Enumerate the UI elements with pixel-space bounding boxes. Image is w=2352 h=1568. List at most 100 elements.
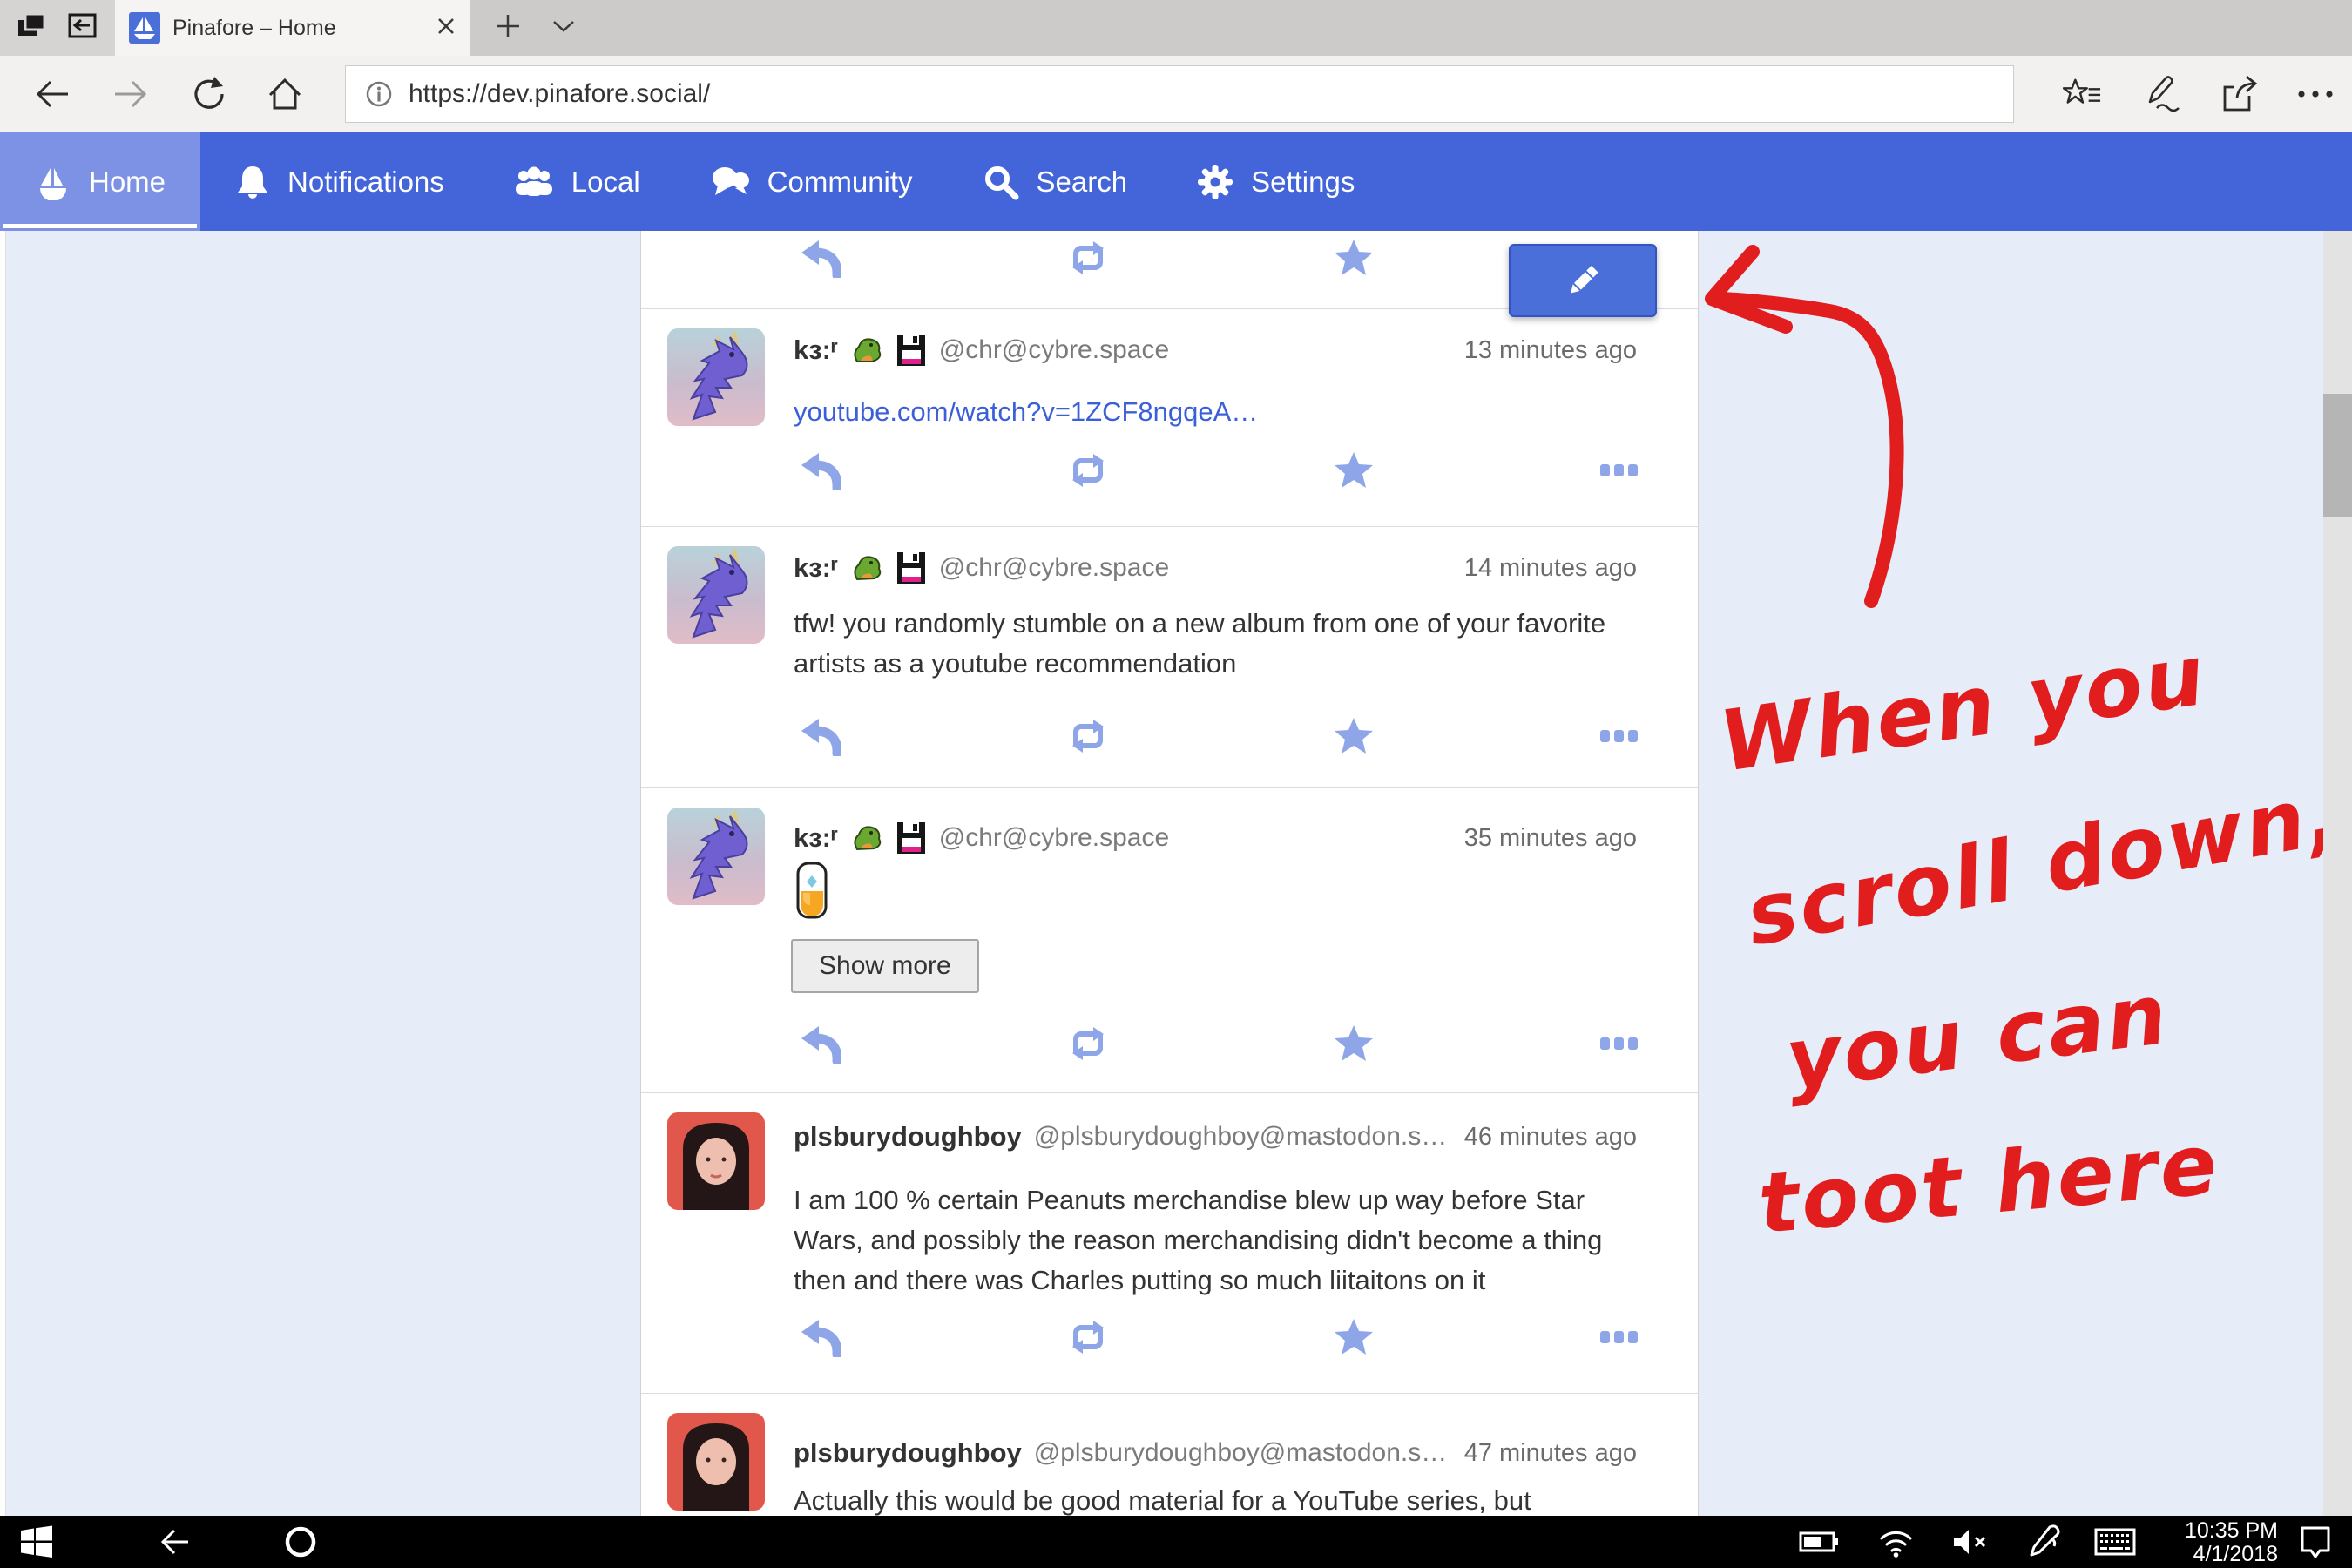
settings-and-more-button[interactable] [2296,75,2335,113]
timestamp[interactable]: 35 minutes ago [1464,824,1637,853]
address-bar[interactable]: https://dev.pinafore.social/ [345,65,2014,123]
display-name[interactable]: plsburydoughboy [794,1121,1022,1152]
post-header: kз:ʳ @chr@cybre.space 14 minutes ago [794,551,1637,585]
taskbar-back-button[interactable] [148,1516,200,1568]
timestamp[interactable]: 14 minutes ago [1464,554,1637,583]
browser-tab[interactable]: Pinafore – Home [115,0,470,56]
volume-status[interactable] [1944,1516,1997,1568]
avatar[interactable] [667,328,765,426]
cortana-button[interactable] [274,1516,327,1568]
battery-icon [1799,1528,1839,1556]
show-more-button[interactable]: Show more [791,939,979,993]
avatar[interactable] [667,808,765,905]
floppy-disk-emoji [896,334,927,367]
nav-item-home[interactable]: Home [0,132,200,231]
post: kз:ʳ @chr@cybre.space 13 minutes ago [641,309,1698,527]
nav-label: Search [1037,166,1128,199]
annotation-arrow [1712,252,1897,601]
url-text[interactable]: https://dev.pinafore.social/ [409,79,710,109]
boost-button[interactable] [1060,449,1116,492]
boost-button[interactable] [1060,1315,1116,1359]
app-nav-bar: Home Notifications Local [0,132,2352,231]
plus-icon [495,13,521,39]
dragon-emoji [850,821,883,855]
nav-item-community[interactable]: Community [675,132,948,231]
more-options-button[interactable] [1592,449,1647,492]
info-icon[interactable] [365,80,393,108]
timestamp[interactable]: 13 minutes ago [1464,336,1637,365]
nav-item-settings[interactable]: Settings [1162,132,1389,231]
share-button[interactable] [2220,75,2258,113]
user-handle[interactable]: @chr@cybre.space [939,335,1169,365]
web-note-button[interactable] [2141,75,2180,113]
forward-button[interactable] [112,75,150,113]
timestamp[interactable]: 47 minutes ago [1464,1439,1637,1468]
annotation-line: When you [1714,626,2213,791]
reply-button[interactable] [792,449,848,492]
display-name[interactable]: kз:ʳ [794,335,838,366]
star-icon [1334,239,1374,277]
post-content: youtube.com/watch?v=1ZCF8ngqeA… [794,392,1652,432]
nav-item-search[interactable]: Search [948,132,1163,231]
more-options-button[interactable] [1592,1022,1647,1065]
compose-button[interactable] [1509,244,1657,317]
user-handle[interactable]: @chr@cybre.space [939,823,1169,853]
nav-label: Local [571,166,640,199]
reply-button[interactable] [792,1022,848,1065]
reply-button[interactable] [792,236,848,280]
new-tab-button[interactable] [495,13,521,44]
reply-icon [798,1024,841,1064]
boost-button[interactable] [1060,714,1116,758]
favorite-button[interactable] [1326,714,1382,758]
reply-button[interactable] [792,1315,848,1359]
back-button[interactable] [33,75,71,113]
floppy-disk-emoji [896,821,927,855]
boost-button[interactable] [1060,1022,1116,1065]
favorite-button[interactable] [1326,1315,1382,1359]
favorite-button[interactable] [1326,1022,1382,1065]
tab-close-button[interactable] [436,16,456,41]
user-handle[interactable]: @plsburydoughboy@mastodon.s… [1034,1438,1448,1468]
display-name[interactable]: plsburydoughboy [794,1437,1022,1469]
reply-button[interactable] [792,714,848,758]
post-link[interactable]: youtube.com/watch?v=1ZCF8ngqeA… [794,396,1258,427]
start-button[interactable] [10,1516,63,1568]
avatar[interactable] [667,546,765,644]
clock-time: 10:35 PM [2139,1519,2278,1543]
taskbar-clock[interactable]: 10:35 PM 4/1/2018 [2139,1519,2278,1566]
nav-item-notifications[interactable]: Notifications [200,132,479,231]
nav-item-local[interactable]: Local [479,132,675,231]
display-name[interactable]: kз:ʳ [794,822,838,854]
tab-list-dropdown-button[interactable] [551,17,577,39]
avatar[interactable] [667,1112,765,1210]
avatar[interactable] [667,1413,765,1511]
more-options-button[interactable] [1592,1315,1647,1359]
display-name[interactable]: kз:ʳ [794,552,838,584]
refresh-button[interactable] [190,75,228,113]
timestamp[interactable]: 46 minutes ago [1464,1123,1637,1152]
action-center-button[interactable] [2289,1516,2342,1568]
network-status[interactable] [1869,1516,1922,1568]
favorites-button[interactable] [2063,75,2101,113]
scrollbar[interactable] [2323,231,2352,1516]
annotation-line: scroll down, [1740,764,2349,964]
star-icon [1334,451,1374,490]
gear-icon [1197,164,1233,200]
favorite-button[interactable] [1326,236,1382,280]
content-warning-emoji [794,862,829,923]
pen-settings[interactable] [2017,1516,2070,1568]
favorite-button[interactable] [1326,449,1382,492]
star-icon [1334,1024,1374,1063]
scrollbar-thumb[interactable] [2323,394,2352,517]
cortana-circle-icon [283,1524,318,1559]
windows-logo-icon [20,1525,53,1558]
home-button[interactable] [266,75,304,113]
touch-keyboard-button[interactable] [2089,1516,2141,1568]
boost-button[interactable] [1060,236,1116,280]
battery-status[interactable] [1793,1516,1845,1568]
set-aside-tabs-button[interactable] [17,11,48,45]
user-handle[interactable]: @plsburydoughboy@mastodon.s… [1034,1122,1448,1152]
user-handle[interactable]: @chr@cybre.space [939,553,1169,583]
tab-preview-button[interactable] [65,11,98,45]
more-options-button[interactable] [1592,714,1647,758]
